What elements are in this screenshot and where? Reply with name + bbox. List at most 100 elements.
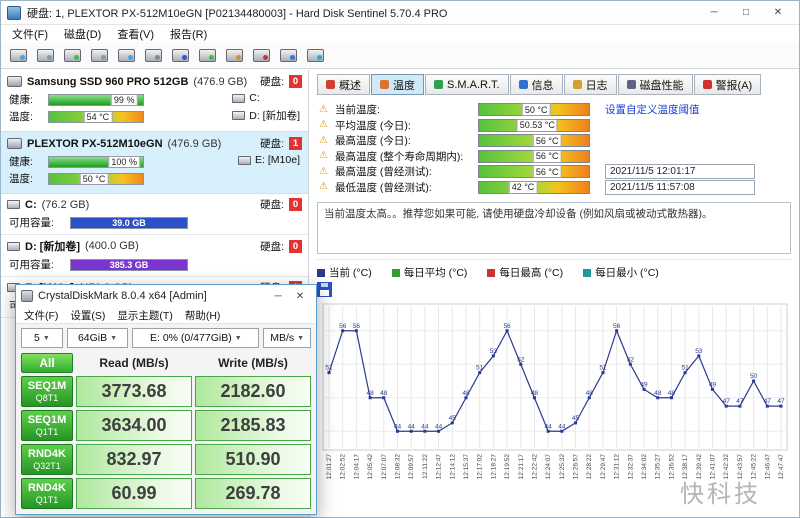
disk-settings-icon xyxy=(144,49,162,62)
hdsentinel-window: 硬盘: 1, PLEXTOR PX-512M10eGN [P0213448000… xyxy=(1,1,799,517)
temperature-bar: 50 °C xyxy=(48,172,144,185)
svg-text:12:24:07: 12:24:07 xyxy=(545,454,552,480)
toolbar-button[interactable] xyxy=(141,45,165,67)
temperature-warning-icon: ⚠ xyxy=(319,165,328,177)
save-chart-icon[interactable] xyxy=(317,282,332,297)
tab-alerts[interactable]: 警报(A) xyxy=(693,74,762,95)
disk-item[interactable]: Samsung SSD 960 PRO 512GB (476.9 GB) 硬盘: 0 健… xyxy=(1,70,308,132)
svg-text:56: 56 xyxy=(339,323,347,330)
tab-log[interactable]: 日志 xyxy=(563,74,617,95)
legend-marker-icon xyxy=(317,268,325,277)
disk-number-label: 硬盘: xyxy=(260,76,284,88)
partition-item[interactable]: E: [M10e] xyxy=(238,154,300,166)
cdm-menu-item[interactable]: 显示主题(T) xyxy=(111,307,178,324)
cdm-menu-item[interactable]: 帮助(H) xyxy=(179,307,227,324)
test-count-select[interactable]: 5 ▼ xyxy=(21,328,63,348)
svg-text:12:08:32: 12:08:32 xyxy=(394,454,401,480)
tab-smart[interactable]: S.M.A.R.T. xyxy=(425,74,509,95)
temperature-row-label: 平均温度 (今日): xyxy=(335,119,411,132)
test-button-seq1m-q8t1[interactable]: SEQ1M Q8T1 xyxy=(21,376,73,407)
volume-item[interactable]: D: [新加卷] (400.0 GB) 硬盘: 0 可用容量: 385.3 GB xyxy=(1,235,308,277)
menu-item[interactable]: 文件(F) xyxy=(5,25,55,43)
toolbar-button[interactable] xyxy=(33,45,57,67)
volume-item[interactable]: C: (76.2 GB) 硬盘: 0 可用容量: 39.0 GB xyxy=(1,194,308,235)
toolbar-button[interactable] xyxy=(114,45,138,67)
unit-select[interactable]: MB/s ▼ xyxy=(263,328,311,348)
svg-text:47: 47 xyxy=(777,398,785,405)
svg-text:51: 51 xyxy=(682,365,690,372)
test-size-select[interactable]: 64GiB ▼ xyxy=(66,328,129,348)
toolbar-button[interactable] xyxy=(60,45,84,67)
test-button-seq1m-q1t1[interactable]: SEQ1M Q1T1 xyxy=(21,410,73,441)
svg-text:56: 56 xyxy=(613,323,621,330)
temperature-row-label: 最高温度 (整个寿命周期内): xyxy=(335,150,464,163)
toolbar-button[interactable] xyxy=(276,45,300,67)
cdm-menu-item[interactable]: 文件(F) xyxy=(18,307,64,324)
toolbar-button[interactable] xyxy=(303,45,327,67)
window-control-button[interactable]: ✕ xyxy=(763,4,793,22)
disk-name: PLEXTOR PX-512M10eGN xyxy=(27,137,163,150)
window-title: 硬盘: 1, PLEXTOR PX-512M10eGN [P0213448000… xyxy=(27,7,448,20)
toolbar-button[interactable] xyxy=(87,45,111,67)
tab-label: 警报(A) xyxy=(715,79,753,92)
tab-performance[interactable]: 磁盘性能 xyxy=(617,74,693,95)
svg-text:12:22:42: 12:22:42 xyxy=(531,454,538,480)
disk-add-icon xyxy=(198,49,216,62)
tab-overview[interactable]: 概述 xyxy=(317,74,370,95)
test-queue-thread: Q32T1 xyxy=(33,460,61,471)
window-control-button[interactable]: ─ xyxy=(699,4,729,22)
tab-label: 温度 xyxy=(393,79,415,92)
temperature-gauge-value: 56 °C xyxy=(532,149,562,163)
svg-text:12:02:52: 12:02:52 xyxy=(340,454,347,480)
test-button-rnd4k-q1t1[interactable]: RND4K Q1T1 xyxy=(21,478,73,509)
panel-icon xyxy=(171,49,189,62)
set-custom-threshold-link[interactable]: 设置自定义温度阈值 xyxy=(605,102,700,117)
overview-tab-icon xyxy=(326,80,335,89)
temperature-gauge-value: 42 °C xyxy=(508,180,538,194)
partition-item[interactable]: D: [新加卷] xyxy=(232,108,300,123)
cdm-selectors: 5 ▼ 64GiB ▼ E: 0% (0/477GiB) ▼ MB/s ▼ xyxy=(16,324,316,350)
svg-text:47: 47 xyxy=(764,398,772,405)
cdm-window-control-button[interactable]: ✕ xyxy=(289,288,311,304)
svg-text:12:25:32: 12:25:32 xyxy=(559,454,566,480)
test-button-rnd4k-q32t1[interactable]: RND4K Q32T1 xyxy=(21,444,73,475)
legend-item[interactable]: 每日最小 (°C) xyxy=(583,265,659,280)
all-tests-button[interactable]: All xyxy=(21,353,73,373)
chevron-down-icon: ▼ xyxy=(42,334,50,342)
legend-item[interactable]: 每日最高 (°C) xyxy=(487,265,563,280)
legend-item[interactable]: 当前 (°C) xyxy=(317,265,372,280)
legend-item[interactable]: 每日平均 (°C) xyxy=(391,265,467,280)
cdm-window-control-button[interactable]: ─ xyxy=(267,288,289,304)
tab-temperature[interactable]: 温度 xyxy=(371,74,424,95)
menu-item[interactable]: 磁盘(D) xyxy=(57,25,108,43)
toolbar-button[interactable] xyxy=(249,45,273,67)
temperature-row: ⚠ 平均温度 (今日): 50.53 °C xyxy=(317,118,791,134)
svg-text:50: 50 xyxy=(750,373,758,380)
toolbar-button[interactable] xyxy=(168,45,192,67)
cdm-window-title: CrystalDiskMark 8.0.4 x64 [Admin] xyxy=(38,290,207,302)
partition-item[interactable]: C: xyxy=(232,92,300,104)
svg-text:12:01:27: 12:01:27 xyxy=(326,454,333,480)
cdm-menu-item[interactable]: 设置(S) xyxy=(64,307,111,324)
read-result-cell: 832.97 xyxy=(76,444,192,475)
svg-text:12:14:12: 12:14:12 xyxy=(449,454,456,480)
svg-text:48: 48 xyxy=(462,390,470,397)
disk-item[interactable]: PLEXTOR PX-512M10eGN (476.9 GB) 硬盘: 1 健康: 100… xyxy=(1,132,308,194)
svg-text:47: 47 xyxy=(736,398,744,405)
disk-health-icon xyxy=(63,49,81,62)
help-icon xyxy=(279,49,297,62)
temperature-label: 温度: xyxy=(9,173,33,185)
menu-item[interactable]: 报告(R) xyxy=(163,25,214,43)
test-name: RND4K xyxy=(28,482,66,494)
toolbar-button[interactable] xyxy=(6,45,30,67)
svg-text:44: 44 xyxy=(394,423,402,430)
window-control-button[interactable]: □ xyxy=(731,4,761,22)
toolbar-button[interactable] xyxy=(195,45,219,67)
svg-text:12:05:42: 12:05:42 xyxy=(367,454,374,480)
target-drive-select[interactable]: E: 0% (0/477GiB) ▼ xyxy=(132,328,260,348)
tab-info[interactable]: 信息 xyxy=(509,74,563,95)
toolbar-button[interactable] xyxy=(222,45,246,67)
write-result-cell: 510.90 xyxy=(195,444,311,475)
volume-free-row: 可用容量: 385.3 GB xyxy=(9,257,302,272)
menu-item[interactable]: 查看(V) xyxy=(110,25,161,43)
